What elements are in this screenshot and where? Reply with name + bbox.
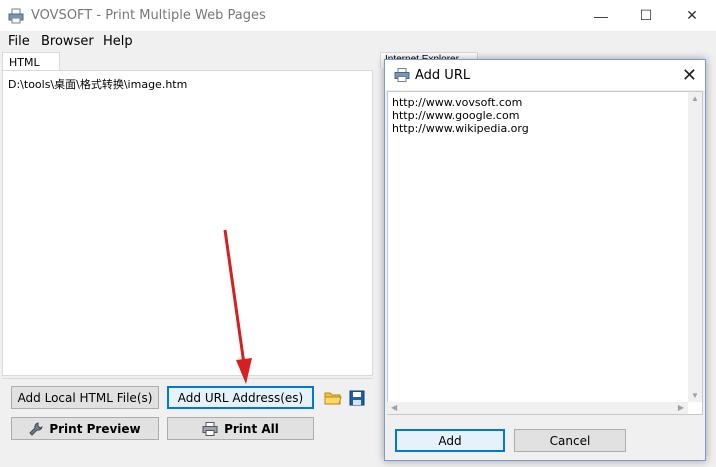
scroll-left-icon[interactable]: ◀: [391, 403, 397, 412]
cancel-button[interactable]: Cancel: [514, 429, 626, 452]
folder-open-icon[interactable]: [323, 388, 343, 408]
dialog-title-bar: Add URL ✕: [385, 60, 705, 90]
printer-icon: [202, 421, 218, 436]
printer-icon: [394, 68, 410, 82]
dialog-title: Add URL: [415, 68, 471, 83]
menu-help[interactable]: Help: [103, 34, 133, 49]
wrench-icon: [29, 421, 44, 436]
html-list-panel[interactable]: D:\tools\桌面\格式转换\image.htm: [2, 70, 373, 376]
list-item[interactable]: D:\tools\桌面\格式转换\image.htm: [8, 76, 187, 92]
url-line: http://www.wikipedia.org: [392, 122, 529, 135]
print-all-button[interactable]: Print All: [167, 417, 314, 440]
title-bar: VOVSOFT - Print Multiple Web Pages — ☐ ✕: [0, 0, 716, 31]
horizontal-scrollbar[interactable]: ◀ ▶: [387, 402, 688, 414]
printer-icon: [8, 8, 24, 24]
scroll-up-icon[interactable]: ▲: [691, 94, 699, 103]
url-line: http://www.vovsoft.com: [392, 96, 523, 109]
vertical-scrollbar[interactable]: ▲ ▼: [688, 92, 702, 402]
menu-bar: File Browser Help: [0, 31, 716, 51]
url-textarea[interactable]: http://www.vovsoft.com http://www.google…: [387, 91, 703, 415]
print-all-label: Print All: [224, 421, 279, 436]
save-floppy-icon[interactable]: [347, 388, 367, 408]
menu-file[interactable]: File: [8, 34, 30, 49]
menu-browser[interactable]: Browser: [41, 34, 94, 49]
add-button[interactable]: Add: [395, 429, 505, 452]
tab-html-list[interactable]: HTML List: [2, 52, 60, 82]
add-url-button[interactable]: Add URL Address(es): [167, 386, 314, 409]
minimize-button[interactable]: —: [578, 0, 624, 31]
add-local-html-button[interactable]: Add Local HTML File(s): [11, 386, 159, 409]
add-url-dialog: Add URL ✕ http://www.vovsoft.com http://…: [384, 59, 706, 461]
maximize-button[interactable]: ☐: [623, 0, 669, 31]
print-preview-button[interactable]: Print Preview: [11, 417, 159, 440]
window-title: VOVSOFT - Print Multiple Web Pages: [31, 8, 266, 23]
close-icon[interactable]: ✕: [682, 65, 697, 86]
scroll-right-icon[interactable]: ▶: [678, 403, 684, 412]
url-line: http://www.google.com: [392, 109, 520, 122]
print-preview-label: Print Preview: [49, 421, 141, 436]
close-button[interactable]: ✕: [669, 0, 715, 31]
scroll-down-icon[interactable]: ▼: [691, 391, 699, 400]
